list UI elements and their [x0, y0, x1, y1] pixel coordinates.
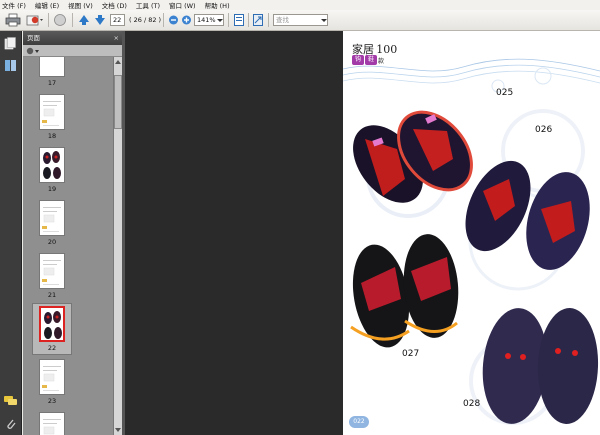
thumbnail-label: 23 [47, 397, 57, 405]
menu-document[interactable]: 文档 (D) [102, 0, 127, 10]
pages-panel-title: 页面 [27, 34, 40, 42]
zoom-out-icon[interactable] [168, 13, 179, 27]
attachments-icon[interactable] [5, 417, 17, 431]
menu-help[interactable]: 帮助 (H) [205, 0, 230, 10]
thumbnail-image [42, 366, 61, 391]
page-artwork [343, 58, 600, 425]
toolbar-separator [248, 13, 249, 27]
scroll-up-icon[interactable] [114, 59, 122, 65]
print-icon[interactable] [5, 13, 21, 27]
thumbnail-image [43, 419, 61, 435]
toolbar: 22 ( 26 / 82 ) 141% 查找 [0, 10, 600, 31]
email-icon[interactable] [26, 13, 44, 27]
document-page: 家居 100 钩 鞋 款 025 026 027 028 022 [343, 31, 600, 435]
next-page-icon[interactable] [94, 13, 106, 27]
thumbnail-label: 17 [47, 79, 57, 87]
menu-view[interactable]: 视图 (V) [68, 0, 93, 10]
toolbar-separator [72, 13, 73, 27]
thumbnail-scrollbar[interactable] [113, 57, 122, 435]
thumbnail-label: 19 [47, 185, 57, 193]
thumbnail-label: 21 [47, 291, 57, 299]
page-number-badge: 022 [349, 416, 369, 428]
scroll-down-icon[interactable] [114, 427, 122, 433]
close-panel-button[interactable]: × [114, 31, 119, 45]
menu-edit[interactable]: 编辑 (E) [35, 0, 59, 10]
subtitle-suffix: 款 [378, 57, 385, 65]
thumbnail-image [42, 260, 61, 285]
scrollbar-thumb[interactable] [114, 75, 122, 129]
thumbnail-image [43, 151, 61, 179]
thumbnail-page[interactable] [39, 200, 65, 236]
toolbar-separator [268, 13, 269, 27]
document-background [122, 31, 343, 435]
full-screen-icon[interactable] [252, 13, 264, 27]
menu-window[interactable]: 窗口 (W) [169, 0, 196, 10]
subtitle-char-1: 钩 [352, 55, 364, 65]
page-number-input[interactable]: 22 [110, 14, 125, 26]
pages-panel: 页面 × 17 18 19 20 21 22 23 [23, 31, 122, 435]
hand-tool-icon[interactable] [53, 13, 67, 27]
slipper-027-right [403, 234, 459, 338]
navigation-pane [0, 31, 22, 435]
fit-page-icon[interactable] [233, 13, 245, 27]
thumbnail-label: 22 [47, 344, 57, 352]
thumbnail-label: 20 [47, 238, 57, 246]
toolbar-separator [228, 13, 229, 27]
search-options-chevron-icon[interactable] [320, 13, 328, 27]
page-count: ( 26 / 82 ) [129, 16, 162, 24]
comments-icon[interactable] [3, 395, 18, 407]
thumbnail-page[interactable] [39, 359, 65, 395]
zoom-in-icon[interactable] [181, 13, 192, 27]
options-icon[interactable] [26, 46, 40, 56]
thumbnail-page[interactable] [39, 306, 65, 342]
subtitle-char-2: 鞋 [365, 55, 377, 65]
toolbar-separator [48, 13, 49, 27]
thumbnail-page[interactable] [39, 253, 65, 289]
item-label-025: 025 [496, 88, 514, 98]
pages-panel-header: 页面 × [23, 31, 122, 45]
panel-splitter[interactable] [122, 31, 125, 435]
thumbnail-page[interactable] [39, 57, 65, 77]
item-label-028: 028 [463, 399, 481, 409]
thumbnail-page[interactable] [39, 94, 65, 130]
menu-file[interactable]: 文件 (F) [2, 0, 26, 10]
thumbnail-label: 18 [47, 132, 57, 140]
chevron-down-icon[interactable] [216, 13, 224, 27]
menu-bar: 文件 (F) 编辑 (E) 视图 (V) 文档 (D) 工具 (T) 窗口 (W… [0, 0, 600, 10]
thumbnail-page[interactable] [39, 412, 65, 435]
menu-tools[interactable]: 工具 (T) [136, 0, 160, 10]
toolbar-separator [163, 13, 164, 27]
zoom-level-value: 141% [197, 16, 216, 24]
thumbnail-image [42, 207, 61, 232]
bookmarks-icon[interactable] [4, 59, 17, 72]
search-placeholder: 查找 [276, 16, 289, 24]
item-label-027: 027 [402, 349, 420, 359]
page-subtitle: 钩 鞋 款 [352, 55, 384, 65]
pages-icon[interactable] [4, 37, 17, 50]
panel-options-bar [23, 45, 122, 57]
thumbnail-image [42, 101, 61, 126]
thumbnail-list: 17 18 19 20 21 22 23 [23, 57, 113, 435]
thumbnail-image [44, 311, 62, 339]
item-label-026: 026 [535, 125, 553, 135]
previous-page-icon[interactable] [78, 13, 90, 27]
thumbnail-page[interactable] [39, 147, 65, 183]
